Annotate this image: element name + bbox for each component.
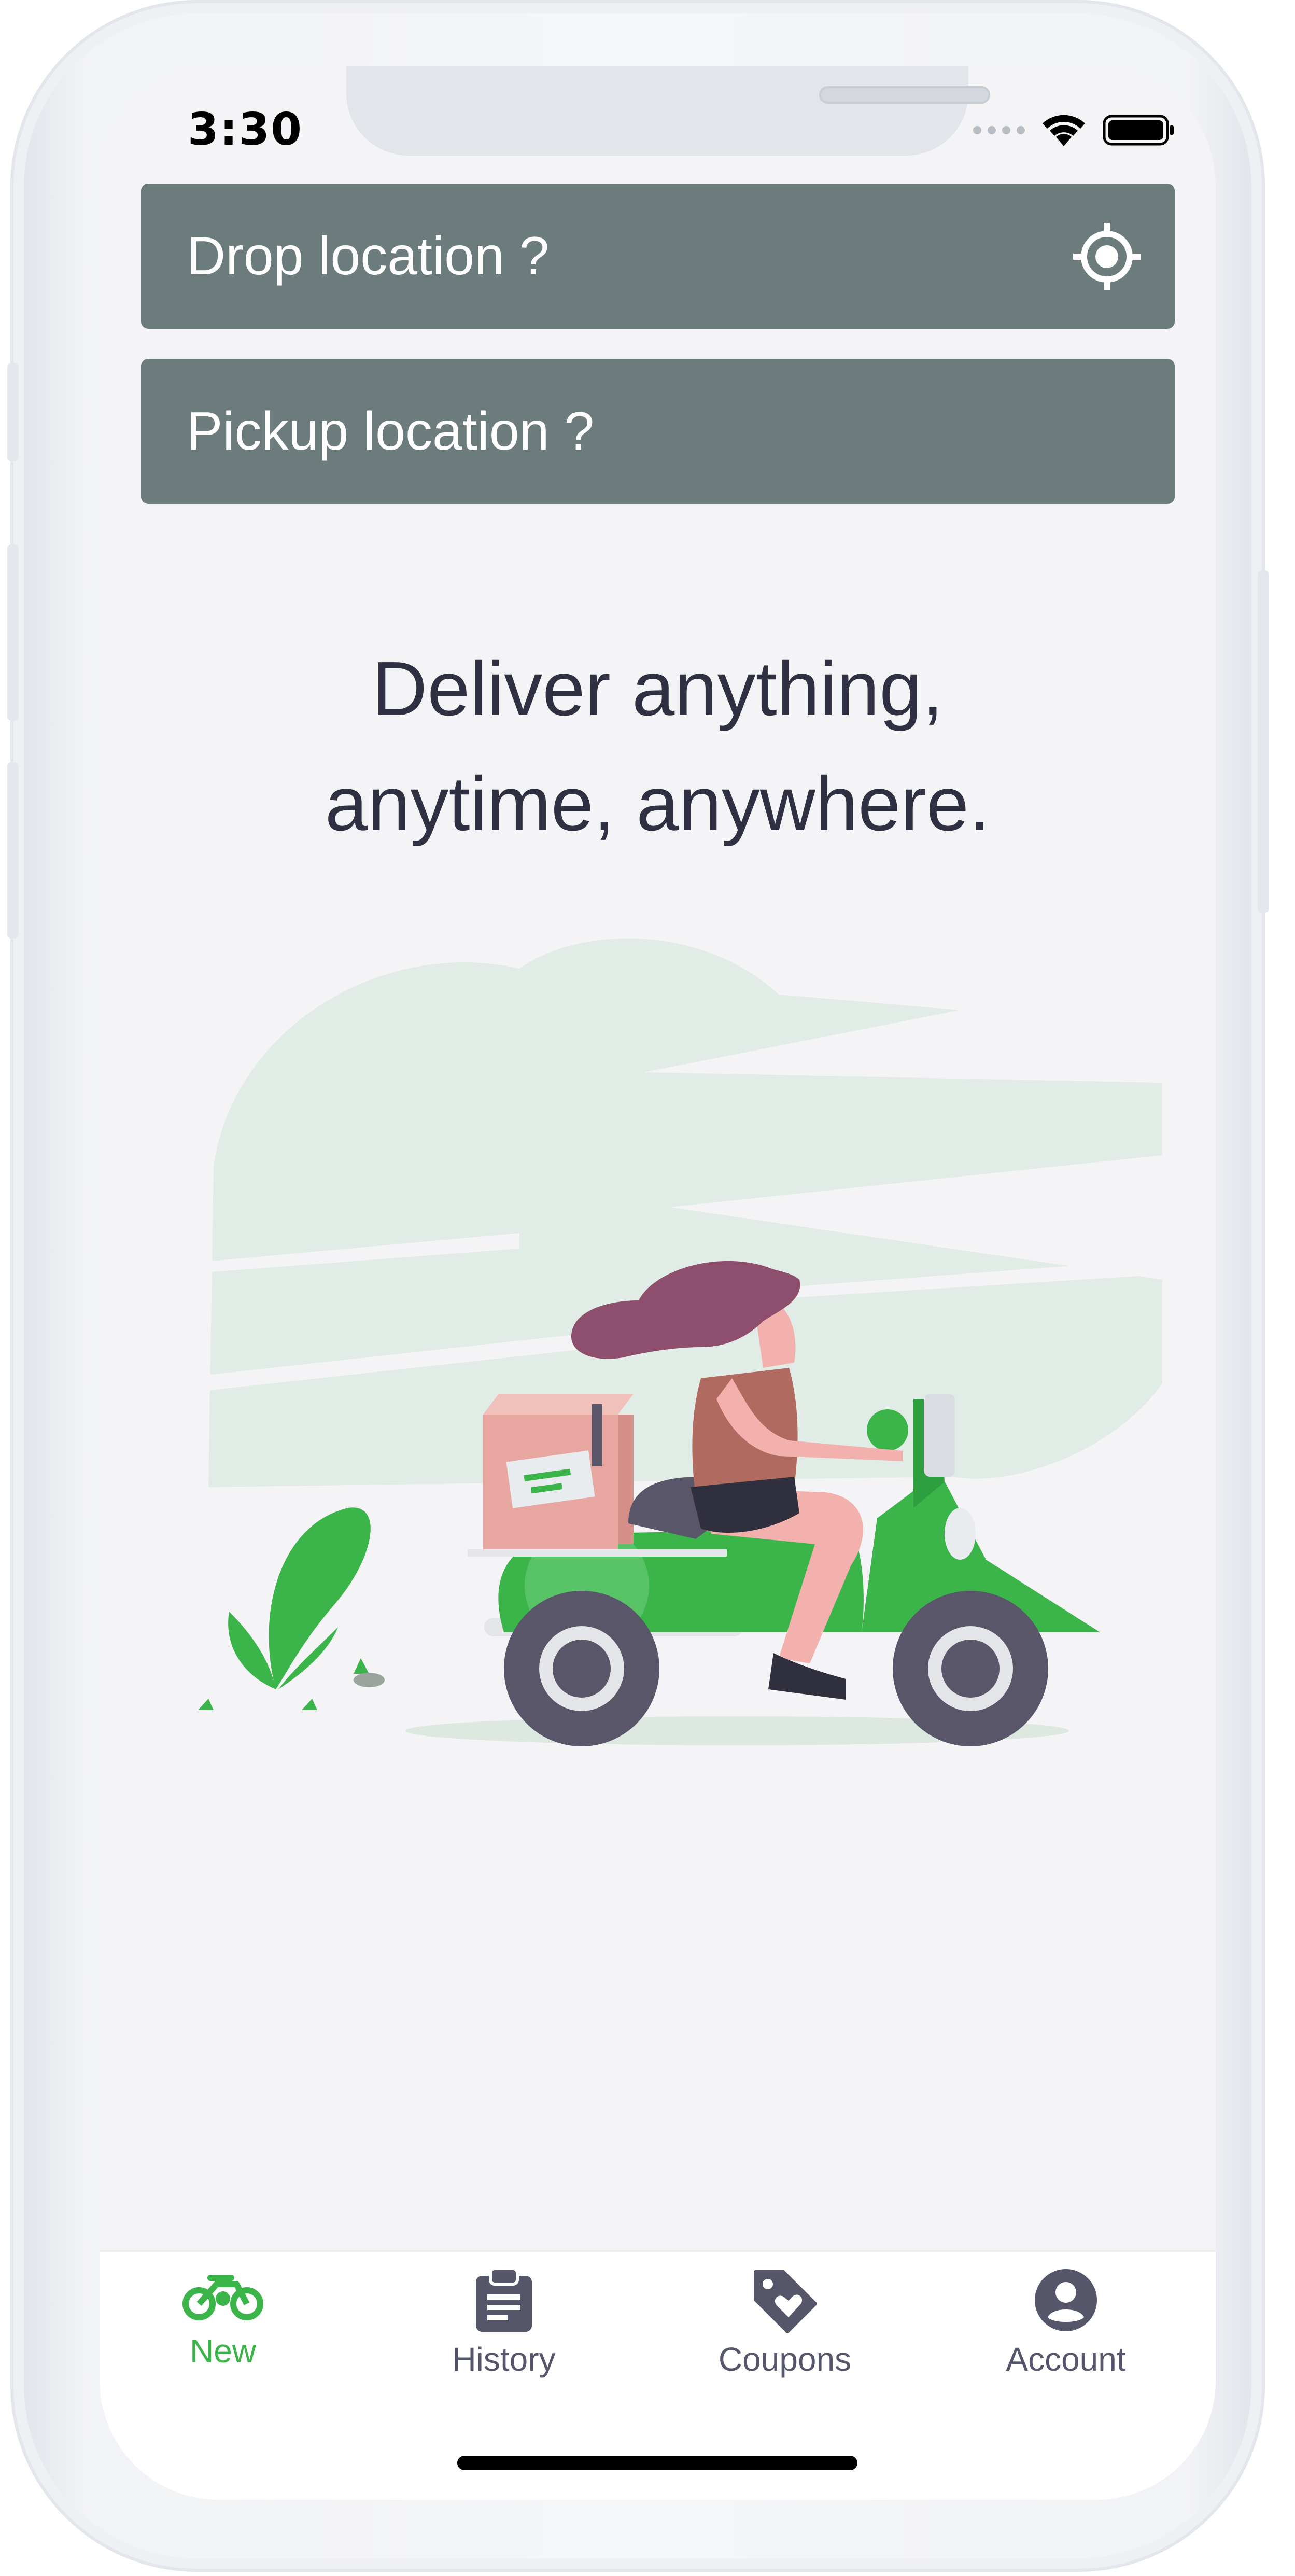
tag-heart-icon <box>754 2270 817 2333</box>
tab-account-label: Account <box>1006 2341 1126 2378</box>
pickup-location-input[interactable]: Pickup location ? <box>141 359 1175 504</box>
pickup-location-placeholder: Pickup location ? <box>187 401 595 461</box>
status-icons <box>973 112 1175 148</box>
tab-history-label: History <box>452 2341 556 2378</box>
headline-line-2: anytime, anywhere. <box>325 761 991 847</box>
package-box <box>483 1394 634 1549</box>
screen: 3:30 Drop location ? Pickup location ? D… <box>100 66 1216 2500</box>
tab-history[interactable]: History <box>400 2267 608 2423</box>
mute-switch <box>7 363 19 461</box>
volume-up-button <box>7 544 19 721</box>
signal-dots-icon <box>973 126 1025 134</box>
tab-account[interactable]: Account <box>962 2267 1170 2423</box>
clipboard-icon <box>476 2267 532 2332</box>
wifi-icon <box>1043 115 1085 146</box>
tab-new-label: New <box>189 2332 257 2370</box>
background-clouds <box>208 938 1162 1487</box>
plant <box>198 1507 371 1710</box>
status-time: 3:30 <box>188 104 303 156</box>
account-circle-icon <box>1035 2269 1097 2331</box>
volume-down-button <box>7 762 19 939</box>
scooter-delivery-illustration <box>177 938 1162 1746</box>
notch <box>346 66 990 156</box>
phone-frame: 3:30 Drop location ? Pickup location ? D… <box>7 0 1269 2572</box>
power-button <box>1258 570 1269 913</box>
battery-icon <box>1103 115 1174 146</box>
drop-location-input[interactable]: Drop location ? <box>141 184 1175 329</box>
tab-coupons-label: Coupons <box>718 2341 852 2378</box>
home-indicator[interactable] <box>457 2456 857 2470</box>
tab-new[interactable]: New <box>119 2267 327 2423</box>
drop-location-placeholder: Drop location ? <box>187 226 550 286</box>
tab-coupons[interactable]: Coupons <box>681 2267 889 2423</box>
headline: Deliver anything, anytime, anywhere. <box>100 632 1216 862</box>
speaker-grille <box>819 86 990 104</box>
bike-icon <box>182 2275 263 2320</box>
current-location-icon[interactable] <box>1072 222 1142 291</box>
headline-line-1: Deliver anything, <box>372 646 944 732</box>
